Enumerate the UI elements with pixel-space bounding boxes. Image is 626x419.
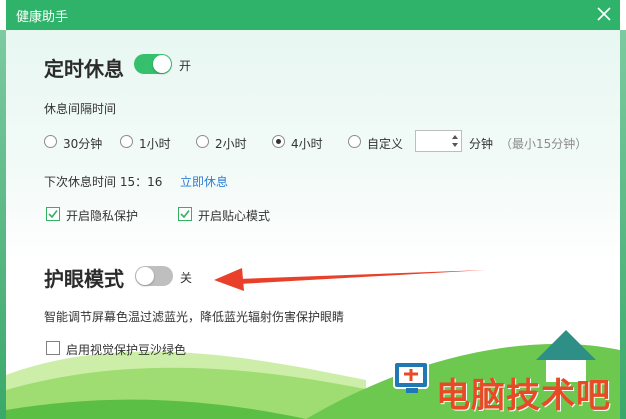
privacy-label[interactable]: 开启隐私保护 [66, 207, 138, 224]
care-mode-label[interactable]: 开启贴心模式 [198, 207, 270, 224]
bean-green-label[interactable]: 启用视觉保护豆沙绿色 [66, 341, 186, 358]
option-30min-label[interactable]: 30分钟 [63, 135, 102, 152]
option-4hour-label[interactable]: 4小时 [291, 135, 323, 152]
house-computer-logo-icon [393, 361, 429, 393]
window-title: 健康助手 [16, 10, 69, 25]
title-bar: 健康助手 [6, 0, 620, 30]
bean-green-checkbox[interactable] [46, 341, 60, 355]
minimum-hint: （最小15分钟） [500, 137, 588, 151]
checkmark-icon [48, 210, 58, 219]
care-mode-checkbox[interactable] [178, 207, 192, 221]
privacy-checkbox[interactable] [46, 207, 60, 221]
radio-30min[interactable] [44, 135, 57, 148]
custom-minutes-stepper[interactable] [415, 130, 462, 152]
eye-care-toggle-state: 关 [180, 271, 193, 285]
watermark-text: 电脑技术吧 [436, 376, 611, 416]
close-icon[interactable] [594, 4, 614, 24]
option-custom-label[interactable]: 自定义 [367, 135, 403, 152]
eye-care-description: 智能调节屏幕色温过滤蓝光，降低蓝光辐射伤害保护眼睛 [44, 310, 345, 324]
checkmark-icon [180, 210, 190, 219]
stepper-arrows [451, 132, 460, 150]
rest-toggle-state: 开 [179, 59, 192, 73]
radio-custom[interactable] [348, 135, 361, 148]
next-rest-time: 下次休息时间 15：16 [44, 175, 163, 189]
option-1hour-label[interactable]: 1小时 [139, 135, 171, 152]
interval-label: 休息间隔时间 [44, 102, 117, 116]
eye-care-toggle-knob [136, 267, 154, 285]
stepper-down-icon[interactable] [452, 143, 458, 147]
option-2hour-label[interactable]: 2小时 [215, 135, 247, 152]
window-shadow-right [620, 30, 626, 419]
rest-toggle[interactable] [134, 54, 172, 74]
rest-heading: 定时休息 [44, 57, 124, 81]
green-hills-decoration [6, 330, 620, 419]
eye-care-toggle[interactable] [135, 266, 173, 286]
content-area [6, 30, 620, 419]
custom-minutes-input[interactable] [416, 131, 456, 151]
stepper-up-icon[interactable] [452, 135, 458, 139]
unit-label: 分钟 [469, 137, 494, 151]
radio-4hour[interactable] [272, 135, 285, 148]
health-assistant-window: 健康助手 定时休息 开 休息间隔时间 30分钟 1小时 2小时 4小时 自定义 [6, 0, 620, 419]
radio-1hour[interactable] [120, 135, 133, 148]
rest-toggle-knob [153, 55, 171, 73]
eye-care-heading: 护眼模式 [44, 267, 124, 291]
rest-now-link[interactable]: 立即休息 [180, 173, 228, 190]
radio-2hour[interactable] [196, 135, 209, 148]
